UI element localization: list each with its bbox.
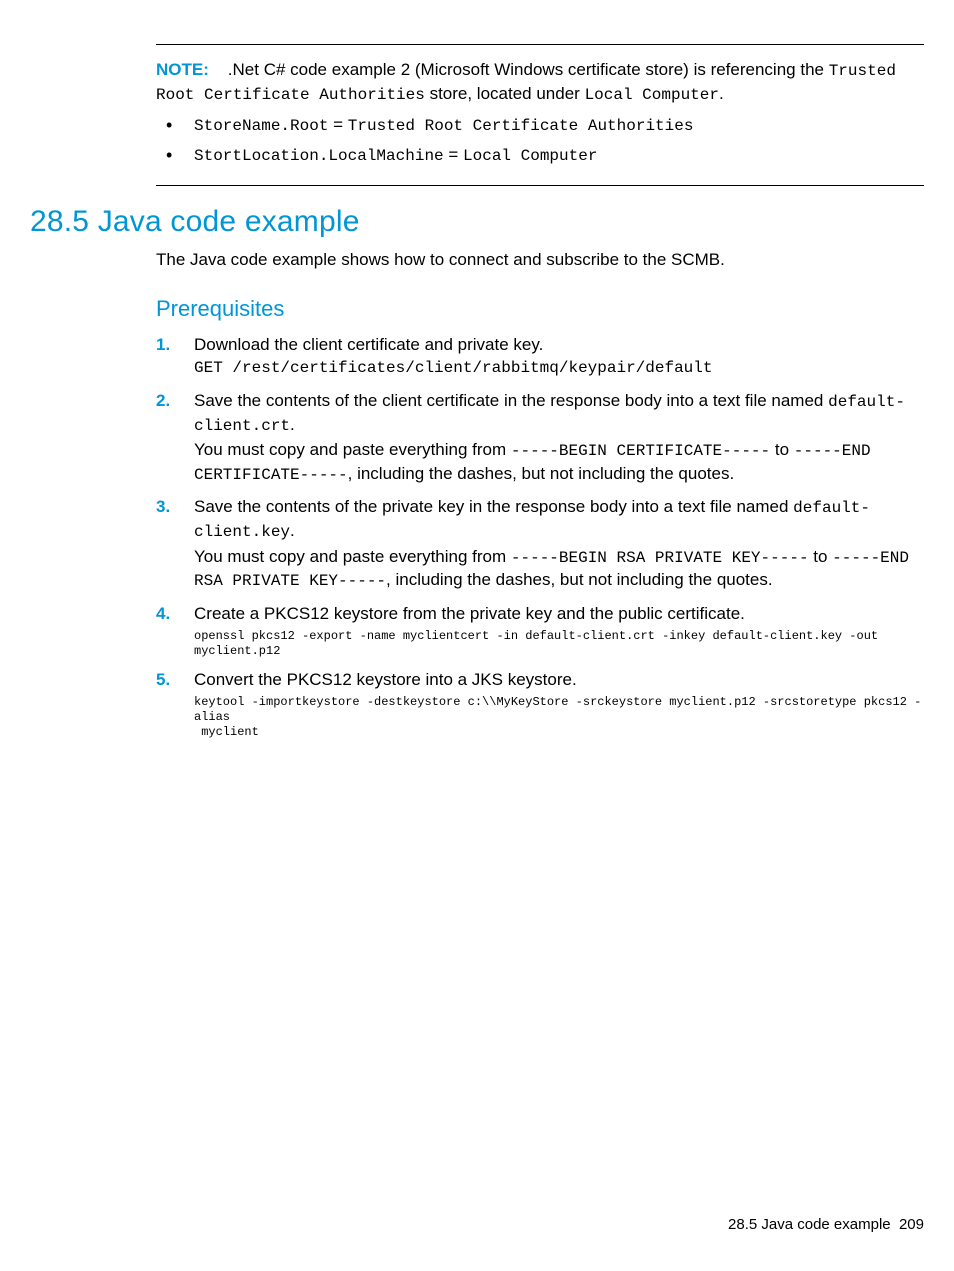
step-2: Save the contents of the client certific… (156, 390, 924, 486)
note-box: NOTE: .Net C# code example 2 (Microsoft … (156, 44, 924, 186)
step-command: GET /rest/certificates/client/rabbitmq/k… (194, 358, 924, 380)
note-text-c: store, located under (425, 84, 585, 103)
section-heading: 28.5 Java code example (30, 202, 924, 243)
bullet-code-lhs: StoreName.Root (194, 117, 328, 135)
note-text-e: . (719, 84, 724, 103)
note-paragraph: NOTE: .Net C# code example 2 (Microsoft … (156, 59, 924, 106)
page-footer: 28.5 Java code example 209 (728, 1215, 924, 1235)
step-note: You must copy and paste everything from … (194, 546, 924, 593)
bullet-code-rhs: Trusted Root Certificate Authorities (348, 117, 694, 135)
step-5: Convert the PKCS12 keystore into a JKS k… (156, 669, 924, 740)
note-code-b: Local Computer (585, 86, 719, 104)
step-text: Save the contents of the private key in … (194, 496, 924, 543)
step-code-begin: -----BEGIN CERTIFICATE----- (511, 442, 770, 460)
step-text: Download the client certificate and priv… (194, 334, 924, 357)
footer-section-title: 28.5 Java code example (728, 1216, 891, 1233)
note-text-a: .Net C# code example 2 (Microsoft Window… (228, 60, 829, 79)
footer-page-number: 209 (899, 1216, 924, 1233)
step-command: openssl pkcs12 -export -name myclientcer… (194, 629, 924, 659)
step-command: keytool -importkeystore -destkeystore c:… (194, 695, 924, 740)
page: NOTE: .Net C# code example 2 (Microsoft … (0, 0, 954, 1271)
prerequisites-heading: Prerequisites (156, 294, 924, 324)
note-bullet-item: StortLocation.LocalMachine = Local Compu… (156, 144, 924, 168)
content-column: NOTE: .Net C# code example 2 (Microsoft … (156, 44, 924, 740)
note-bullet-item: StoreName.Root = Trusted Root Certificat… (156, 114, 924, 138)
step-text: Save the contents of the client certific… (194, 390, 924, 437)
bullet-code-rhs: Local Computer (463, 147, 597, 165)
bullet-code-lhs: StortLocation.LocalMachine (194, 147, 444, 165)
bullet-eq: = (444, 145, 463, 164)
step-3: Save the contents of the private key in … (156, 496, 924, 592)
step-text: Convert the PKCS12 keystore into a JKS k… (194, 669, 924, 692)
step-4: Create a PKCS12 keystore from the privat… (156, 603, 924, 659)
step-note: You must copy and paste everything from … (194, 439, 924, 486)
step-code-begin: -----BEGIN RSA PRIVATE KEY----- (511, 549, 809, 567)
step-text: Create a PKCS12 keystore from the privat… (194, 603, 924, 626)
note-label: NOTE: (156, 60, 209, 79)
note-bullet-list: StoreName.Root = Trusted Root Certificat… (156, 114, 924, 167)
section-intro: The Java code example shows how to conne… (156, 249, 924, 272)
step-1: Download the client certificate and priv… (156, 334, 924, 381)
prerequisites-list: Download the client certificate and priv… (156, 334, 924, 740)
bullet-eq: = (328, 115, 347, 134)
